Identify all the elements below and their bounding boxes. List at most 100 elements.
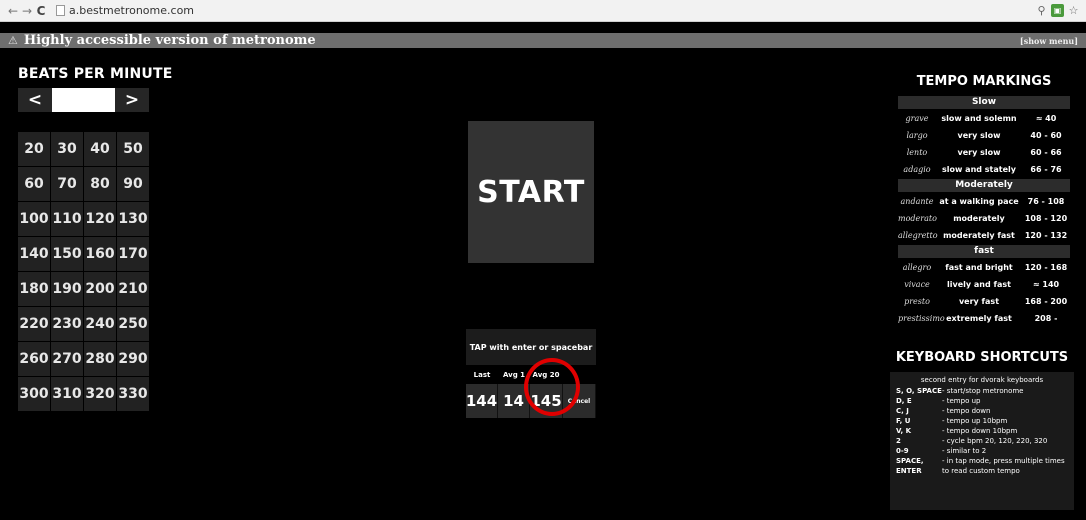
shortcut-description: - tempo up 10bpm bbox=[942, 417, 1008, 425]
keyboard-shortcuts-title: KEYBOARD SHORTCUTS bbox=[895, 350, 1069, 365]
bpm-preset-button[interactable]: 130 bbox=[117, 202, 149, 237]
shortcut-key: V, K bbox=[896, 427, 912, 435]
shortcut-description: - in tap mode, press multiple times to r… bbox=[942, 457, 1065, 475]
bpm-preset-button[interactable]: 240 bbox=[84, 307, 116, 342]
bpm-preset-button[interactable]: 40 bbox=[84, 132, 116, 167]
extension-icon[interactable]: ▣ bbox=[1051, 4, 1064, 17]
shortcut-description: - similar to 2 bbox=[942, 447, 987, 455]
bpm-preset-button[interactable]: 20 bbox=[18, 132, 50, 167]
decrease-bpm-button[interactable]: < bbox=[18, 88, 52, 112]
bpm-preset-button[interactable]: 60 bbox=[18, 167, 50, 202]
tempo-range: 108 - 120 bbox=[1024, 214, 1068, 223]
bpm-preset-button[interactable]: 300 bbox=[18, 377, 50, 412]
start-button[interactable]: START bbox=[468, 121, 594, 263]
bpm-preset-button[interactable]: 310 bbox=[51, 377, 83, 412]
show-menu-link[interactable]: [show menu] bbox=[1020, 36, 1078, 46]
warning-icon: ⚠ bbox=[8, 34, 18, 47]
tempo-italian-term: largo bbox=[906, 131, 928, 140]
tempo-description: moderately fast bbox=[943, 231, 1015, 240]
bpm-preset-button[interactable]: 230 bbox=[51, 307, 83, 342]
browser-toolbar: ← → C a.bestmetronome.com ⚲ ▣ ☆ bbox=[0, 0, 1086, 22]
tap-col-last: Last bbox=[473, 371, 491, 379]
shortcut-key: C, J bbox=[896, 407, 909, 415]
shortcut-key: F, U bbox=[896, 417, 911, 425]
bpm-preset-button[interactable]: 190 bbox=[51, 272, 83, 307]
bpm-preset-button[interactable]: 110 bbox=[51, 202, 83, 237]
tempo-italian-term: moderato bbox=[898, 214, 937, 223]
tempo-description: lively and fast bbox=[947, 280, 1011, 289]
tempo-group-header: fast bbox=[898, 245, 1070, 258]
bpm-preset-button[interactable]: 320 bbox=[84, 377, 116, 412]
bpm-preset-button[interactable]: 100 bbox=[18, 202, 50, 237]
increase-bpm-button[interactable]: > bbox=[115, 88, 149, 112]
tempo-description: slow and solemn bbox=[941, 114, 1017, 123]
shortcut-description: - tempo down bbox=[942, 407, 991, 415]
tempo-italian-term: lento bbox=[906, 148, 928, 157]
bpm-preset-button[interactable]: 250 bbox=[117, 307, 149, 342]
address-bar[interactable]: a.bestmetronome.com bbox=[56, 4, 194, 17]
tempo-italian-term: prestissimo bbox=[898, 314, 945, 323]
tempo-row: moderato moderately 108 - 120 bbox=[898, 210, 1070, 227]
tempo-range: 120 - 132 bbox=[1024, 231, 1068, 240]
tempo-row: largo very slow 40 - 60 bbox=[898, 127, 1070, 144]
tempo-range: 60 - 66 bbox=[1030, 148, 1062, 157]
bpm-preset-button[interactable]: 330 bbox=[117, 377, 149, 412]
shortcut-description: - cycle bpm 20, 120, 220, 320 bbox=[942, 437, 1048, 445]
bpm-preset-button[interactable]: 280 bbox=[84, 342, 116, 377]
bpm-preset-button[interactable]: 260 bbox=[18, 342, 50, 377]
bpm-preset-button[interactable]: 80 bbox=[84, 167, 116, 202]
bpm-preset-button[interactable]: 120 bbox=[84, 202, 116, 237]
bpm-preset-button[interactable]: 50 bbox=[117, 132, 149, 167]
bpm-preset-button[interactable]: 210 bbox=[117, 272, 149, 307]
zoom-icon[interactable]: ⚲ bbox=[1035, 4, 1048, 17]
tempo-range: 76 - 108 bbox=[1027, 197, 1065, 206]
tempo-markings-table: Slow grave slow and solemn ≈ 40 largo very sl… bbox=[898, 95, 1070, 327]
bpm-preset-button[interactable]: 180 bbox=[18, 272, 50, 307]
tempo-row: allegro fast and bright 120 - 168 bbox=[898, 259, 1070, 276]
tempo-description: very fast bbox=[958, 297, 1000, 306]
tempo-italian-term: andante bbox=[900, 197, 934, 206]
bpm-preset-grid: 20 30 40 50 60 70 80 90 100 110 120 130 140 150 160 170… bbox=[18, 132, 149, 412]
tempo-range: ≈ 40 bbox=[1035, 114, 1057, 123]
bpm-preset-button[interactable]: 150 bbox=[51, 237, 83, 272]
tempo-group-header: Slow bbox=[898, 96, 1070, 109]
tempo-row: andante at a walking pace 76 - 108 bbox=[898, 193, 1070, 210]
tempo-range: 168 - 200 bbox=[1024, 297, 1068, 306]
shortcut-row: V, K - tempo down 10bpm bbox=[896, 426, 1068, 436]
tempo-italian-term: allegro bbox=[902, 263, 932, 272]
tempo-description: moderately bbox=[953, 214, 1005, 223]
address-text: a.bestmetronome.com bbox=[69, 4, 195, 17]
bpm-preset-button[interactable]: 140 bbox=[18, 237, 50, 272]
bpm-preset-button[interactable]: 30 bbox=[51, 132, 83, 167]
tempo-row: presto very fast 168 - 200 bbox=[898, 293, 1070, 310]
shortcut-description: - tempo up bbox=[942, 397, 981, 405]
tempo-description: at a walking pace bbox=[939, 197, 1019, 206]
shortcut-row: F, U - tempo up 10bpm bbox=[896, 416, 1068, 426]
tempo-row: grave slow and solemn ≈ 40 bbox=[898, 110, 1070, 127]
bpm-preset-button[interactable]: 200 bbox=[84, 272, 116, 307]
bpm-preset-button[interactable]: 220 bbox=[18, 307, 50, 342]
back-arrow-icon[interactable]: ← bbox=[6, 4, 20, 18]
bpm-input[interactable] bbox=[52, 88, 115, 112]
tempo-row: allegretto moderately fast 120 - 132 bbox=[898, 227, 1070, 244]
shortcut-row: 2 - cycle bpm 20, 120, 220, 320 bbox=[896, 436, 1068, 446]
tap-button[interactable]: TAP with enter or spacebar bbox=[466, 329, 596, 365]
forward-arrow-icon[interactable]: → bbox=[20, 4, 34, 18]
tempo-group-header: Moderately bbox=[898, 179, 1070, 192]
bpm-preset-button[interactable]: 270 bbox=[51, 342, 83, 377]
shortcut-row: 0-9 - similar to 2 bbox=[896, 446, 1068, 456]
bookmark-star-icon[interactable]: ☆ bbox=[1067, 4, 1080, 17]
shortcuts-note: second entry for dvorak keyboards bbox=[920, 376, 1044, 384]
bpm-preset-button[interactable]: 70 bbox=[51, 167, 83, 202]
reload-icon[interactable]: C bbox=[34, 4, 48, 18]
bpm-preset-button[interactable]: 170 bbox=[117, 237, 149, 272]
tempo-range: 208 - bbox=[1034, 314, 1058, 323]
bpm-preset-button[interactable]: 90 bbox=[117, 167, 149, 202]
bpm-preset-button[interactable]: 290 bbox=[117, 342, 149, 377]
bpm-preset-button[interactable]: 160 bbox=[84, 237, 116, 272]
accessibility-banner: ⚠ Highly accessible version of metronome… bbox=[0, 33, 1086, 48]
highlight-circle bbox=[524, 358, 580, 416]
tempo-italian-term: grave bbox=[905, 114, 929, 123]
bpm-stepper: < > bbox=[18, 88, 149, 112]
tempo-description: very slow bbox=[957, 131, 1001, 140]
